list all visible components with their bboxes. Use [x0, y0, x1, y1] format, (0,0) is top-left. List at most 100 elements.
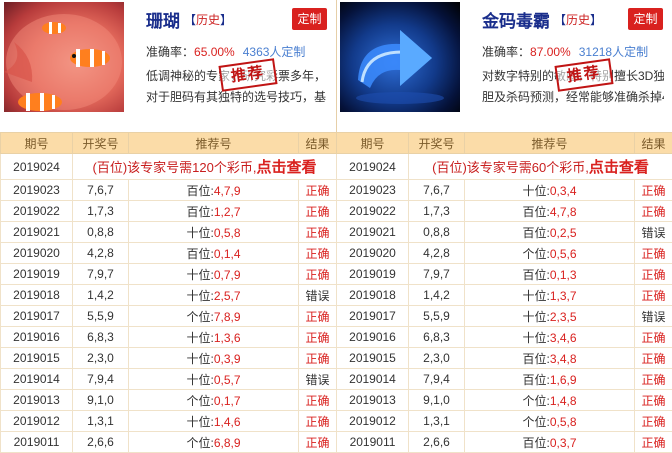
table-body: 2019024 (百位)该专家号需120个彩币,点击查看 2019023 7,6,…	[0, 153, 336, 453]
col-recommend: 推荐号	[464, 132, 635, 154]
expert-name[interactable]: 珊瑚	[146, 7, 180, 32]
history-link[interactable]: 【历史】	[184, 11, 232, 28]
draw-cell: 6,8,3	[408, 326, 465, 348]
recommend-numbers: 0,5,8	[549, 414, 577, 429]
recommend-position: 个位:	[522, 246, 550, 261]
expert-panel-jinma: 金码毒霸 【历史】 定制 准确率：87.00%31218人定制 对数字特别的敏感…	[336, 0, 672, 453]
table-row: 2019018 1,4,2 十位:1,3,7 正确	[336, 284, 672, 306]
result-cell: 正确	[634, 200, 672, 222]
issue-cell: 2019018	[0, 284, 73, 306]
issue-cell: 2019011	[336, 431, 409, 453]
draw-cell: 9,1,0	[408, 389, 465, 411]
order-button[interactable]: 定制	[292, 8, 327, 30]
history-label: 历史	[566, 12, 591, 27]
recommend-numbers: 0,5,8	[213, 225, 241, 240]
result-cell: 正确	[298, 305, 336, 327]
result-cell: 正确	[298, 221, 336, 243]
issue-cell: 2019023	[336, 179, 409, 201]
recommend-cell: 十位:1,3,6	[128, 326, 299, 348]
result-cell: 正确	[634, 431, 672, 453]
expert-avatar[interactable]	[340, 2, 460, 112]
recommend-numbers: 1,4,6	[213, 414, 241, 429]
result-cell: 错误	[298, 368, 336, 390]
recommend-cell: 百位:3,4,8	[464, 347, 635, 369]
draw-cell: 5,5,9	[408, 305, 465, 327]
recommend-cell: 百位:0,3,7	[464, 431, 635, 453]
recommend-numbers: 3,4,8	[549, 351, 577, 366]
table-body: 2019024 (百位)该专家号需60个彩币,点击查看 2019023 7,6,7…	[336, 153, 672, 453]
name-row: 珊瑚 【历史】	[146, 7, 232, 32]
issue-cell: 2019014	[336, 368, 409, 390]
recommend-position: 十位:	[186, 351, 214, 366]
result-cell: 正确	[298, 347, 336, 369]
recommend-numbers: 0,5,7	[213, 372, 241, 387]
rate-value: 65.00%	[194, 45, 235, 59]
draw-cell: 7,9,7	[72, 263, 129, 285]
draw-cell: 7,6,7	[72, 179, 129, 201]
issue-cell: 2019016	[0, 326, 73, 348]
draw-cell: 6,8,3	[72, 326, 129, 348]
expert-avatar[interactable]	[4, 2, 124, 112]
result-cell: 正确	[298, 242, 336, 264]
table-row: 2019019 7,9,7 十位:0,7,9 正确	[0, 263, 336, 285]
name-row: 金码毒霸 【历史】	[482, 7, 602, 32]
recommend-numbers: 1,4,8	[549, 393, 577, 408]
table-row: 2019020 4,2,8 百位:0,1,4 正确	[0, 242, 336, 264]
issue-cell: 2019023	[0, 179, 73, 201]
recommend-cell: 百位:0,1,4	[128, 242, 299, 264]
custom-count: 4363人定制	[242, 45, 306, 59]
recommend-cell: 个位:1,4,8	[464, 389, 635, 411]
recommend-numbers: 0,2,5	[549, 225, 577, 240]
expert-header: 金码毒霸 【历史】 定制 准确率：87.00%31218人定制 对数字特别的敏感…	[336, 0, 672, 128]
history-link[interactable]: 【历史】	[554, 11, 602, 28]
issue-cell: 2019017	[336, 305, 409, 327]
result-cell: 正确	[298, 326, 336, 348]
issue-cell: 2019021	[336, 221, 409, 243]
issue-cell: 2019014	[0, 368, 73, 390]
recommend-cell: 个位:0,5,6	[464, 242, 635, 264]
recommend-cell: 个位:0,1,7	[128, 389, 299, 411]
recommend-cell: 个位:0,5,8	[464, 410, 635, 432]
recommend-position: 十位:	[186, 330, 214, 345]
result-cell: 正确	[634, 347, 672, 369]
table-row: 2019021 0,8,8 十位:0,5,8 正确	[0, 221, 336, 243]
table-row: 2019019 7,9,7 百位:0,1,3 正确	[336, 263, 672, 285]
recommend-numbers: 1,6,9	[549, 372, 577, 387]
issue-cell: 2019013	[0, 389, 73, 411]
recommend-cell: 十位:3,4,6	[464, 326, 635, 348]
promo-cell: (百位)该专家号需120个彩币,点击查看	[72, 153, 336, 180]
table-row: 2019022 1,7,3 百位:1,2,7 正确	[0, 200, 336, 222]
promo-cell: (百位)该专家号需60个彩币,点击查看	[408, 153, 672, 180]
view-button[interactable]: 点击查看	[256, 159, 316, 176]
recommend-position: 百位:	[522, 225, 550, 240]
recommend-position: 百位:	[522, 372, 550, 387]
order-button[interactable]: 定制	[628, 8, 663, 30]
recommend-position: 百位:	[186, 183, 214, 198]
promo-position: (百位)	[432, 160, 467, 175]
prediction-table: 期号 开奖号 推荐号 结果 2019024 (百位)该专家号需60个彩币,点击查…	[336, 132, 672, 453]
issue-cell: 2019019	[0, 263, 73, 285]
recommend-numbers: 0,3,9	[213, 351, 241, 366]
table-row: 2019022 1,7,3 百位:4,7,8 正确	[336, 200, 672, 222]
recommend-position: 百位:	[522, 204, 550, 219]
col-issue: 期号	[0, 132, 73, 154]
draw-cell: 7,9,7	[408, 263, 465, 285]
view-button[interactable]: 点击查看	[589, 159, 649, 176]
draw-cell: 7,6,7	[408, 179, 465, 201]
table-row: 2019020 4,2,8 个位:0,5,6 正确	[336, 242, 672, 264]
promo-issue: 2019024	[0, 153, 73, 180]
expert-name[interactable]: 金码毒霸	[482, 7, 550, 32]
recommend-cell: 个位:6,8,9	[128, 431, 299, 453]
recommend-cell: 百位:4,7,8	[464, 200, 635, 222]
col-draw: 开奖号	[72, 132, 129, 154]
result-cell: 正确	[634, 284, 672, 306]
table-row: 2019023 7,6,7 十位:0,3,4 正确	[336, 179, 672, 201]
recommend-numbers: 2,3,5	[549, 309, 577, 324]
recommend-numbers: 0,1,7	[213, 393, 241, 408]
recommend-numbers: 6,8,9	[213, 435, 241, 450]
recommend-cell: 百位:1,2,7	[128, 200, 299, 222]
table-row: 2019017 5,5,9 十位:2,3,5 错误	[336, 305, 672, 327]
issue-cell: 2019013	[336, 389, 409, 411]
result-cell: 正确	[298, 431, 336, 453]
draw-cell: 1,4,2	[408, 284, 465, 306]
